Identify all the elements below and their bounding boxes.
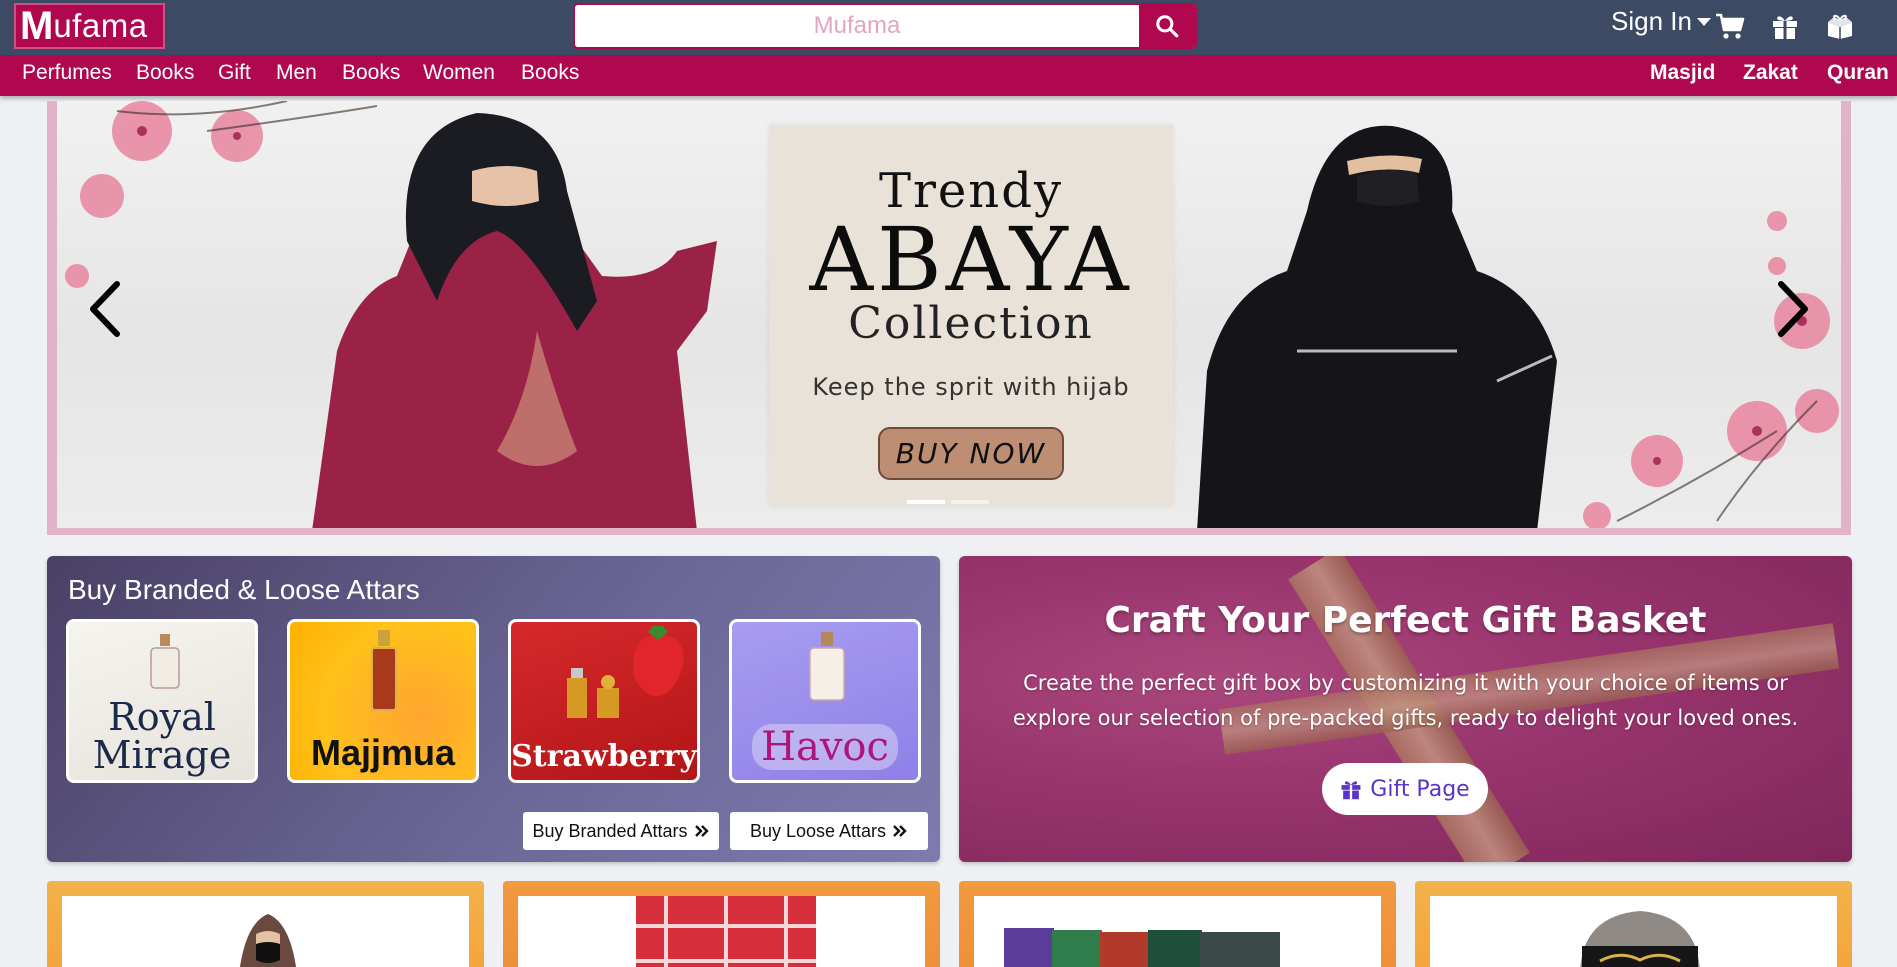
hero-tagline: Keep the sprit with hijab: [812, 373, 1130, 401]
gift-page-button[interactable]: Gift Page: [1322, 763, 1488, 815]
category-tile-image: [1430, 896, 1837, 967]
gift-description: Create the perfect gift box by customizi…: [999, 666, 1812, 736]
attar-name-line1: Royal: [108, 695, 216, 739]
mufama-logo[interactable]: Mufama: [14, 3, 165, 49]
search-bar: [573, 3, 1197, 49]
hijab-model-image: [240, 914, 296, 967]
sign-in-label: Sign In: [1611, 6, 1692, 36]
buy-branded-attars-button[interactable]: Buy Branded Attars: [523, 812, 719, 850]
buy-branded-attars-label: Buy Branded Attars: [532, 820, 688, 841]
gift-basket-panel: Craft Your Perfect Gift Basket Create th…: [959, 556, 1852, 862]
category-tile-men[interactable]: [503, 881, 940, 967]
attars-panel: Buy Branded & Loose Attars Royal Mirage …: [47, 556, 940, 862]
buy-loose-attars-label: Buy Loose Attars: [749, 820, 887, 841]
category-tile-caps[interactable]: [1415, 881, 1852, 967]
nav-zakat[interactable]: Zakat: [1743, 61, 1798, 85]
gift-title: Craft Your Perfect Gift Basket: [1104, 600, 1707, 641]
attar-name-line2: Mirage: [92, 733, 232, 777]
nav-books[interactable]: Books: [136, 61, 194, 85]
hero-slide[interactable]: Trendy ABAYA Collection Keep the sprit w…: [57, 101, 1841, 528]
top-header: Mufama Sign In: [0, 0, 1897, 55]
gift-description-line1: Create the perfect gift box by customizi…: [1023, 671, 1788, 695]
cart-icon[interactable]: [1713, 10, 1747, 42]
hero-carousel: Trendy ABAYA Collection Keep the sprit w…: [47, 101, 1851, 535]
attar-name: Strawberry: [511, 739, 697, 774]
strawberry-icon: [632, 626, 684, 697]
carousel-indicators: [907, 500, 989, 504]
books-image: [1004, 928, 1280, 967]
buy-loose-attars-button[interactable]: Buy Loose Attars: [730, 812, 928, 850]
carousel-indicator-2[interactable]: [951, 500, 989, 504]
category-tile-women[interactable]: [47, 881, 484, 967]
attar-card-royal-mirage[interactable]: Royal Mirage: [66, 619, 258, 783]
carousel-prev-button[interactable]: [83, 279, 127, 339]
perfume-bottle-icon: [809, 632, 845, 701]
category-tile-image: [62, 896, 469, 967]
nav-perfumes[interactable]: Perfumes: [22, 61, 112, 85]
perfume-bottle-icon: [371, 630, 397, 711]
category-tile-image: [518, 896, 925, 967]
caret-down-icon: [1696, 17, 1711, 26]
perfume-bottle-icon: [150, 634, 180, 689]
search-input[interactable]: [575, 5, 1139, 47]
prayer-cap-image: [1580, 911, 1700, 967]
gift-box-icon[interactable]: [1823, 10, 1857, 42]
attar-card-majjmua[interactable]: Majjmua: [287, 619, 479, 783]
attar-card-strawberry[interactable]: Strawberry: [508, 619, 700, 783]
nav-books-2[interactable]: Books: [342, 61, 400, 85]
carousel-indicator-1[interactable]: [907, 500, 945, 504]
category-nav: Perfumes Books Gift Men Books Women Book…: [0, 55, 1897, 96]
perfume-bottle-icon: [567, 668, 619, 718]
category-tile-image: [974, 896, 1381, 967]
gift-description-line2: explore our selection of pre-packed gift…: [1012, 706, 1799, 730]
hero-buy-now-button[interactable]: BUY NOW: [877, 427, 1065, 480]
gift-page-label: Gift Page: [1370, 776, 1470, 802]
gift-icon[interactable]: [1768, 10, 1802, 42]
attar-name: Majjmua: [310, 732, 456, 773]
hero-line-2: ABAYA: [809, 208, 1133, 311]
attar-name: Royal Mirage: [69, 698, 255, 774]
nav-masjid[interactable]: Masjid: [1650, 61, 1715, 85]
gift-icon: [1341, 781, 1361, 800]
nav-gift[interactable]: Gift: [218, 61, 251, 85]
double-chevron-right-icon: [893, 825, 907, 837]
double-chevron-right-icon: [694, 825, 709, 837]
nav-quran[interactable]: Quran: [1827, 61, 1889, 85]
nav-women[interactable]: Women: [423, 61, 495, 85]
attar-card-havoc[interactable]: Havoc: [729, 619, 921, 783]
attar-name: Havoc: [752, 724, 898, 770]
nav-men[interactable]: Men: [276, 61, 317, 85]
carousel-next-button[interactable]: [1771, 279, 1815, 339]
search-button[interactable]: [1139, 5, 1195, 47]
attars-title: Buy Branded & Loose Attars: [68, 574, 420, 605]
search-icon: [1156, 15, 1179, 38]
category-tile-books[interactable]: [959, 881, 1396, 967]
hero-promo-card: Trendy ABAYA Collection Keep the sprit w…: [769, 125, 1173, 506]
shirt-image: [636, 896, 816, 967]
logo-text: ufama: [53, 7, 148, 44]
logo-initial: M: [20, 4, 54, 48]
sign-in-menu[interactable]: Sign In: [1611, 6, 1712, 37]
nav-books-3[interactable]: Books: [521, 61, 579, 85]
